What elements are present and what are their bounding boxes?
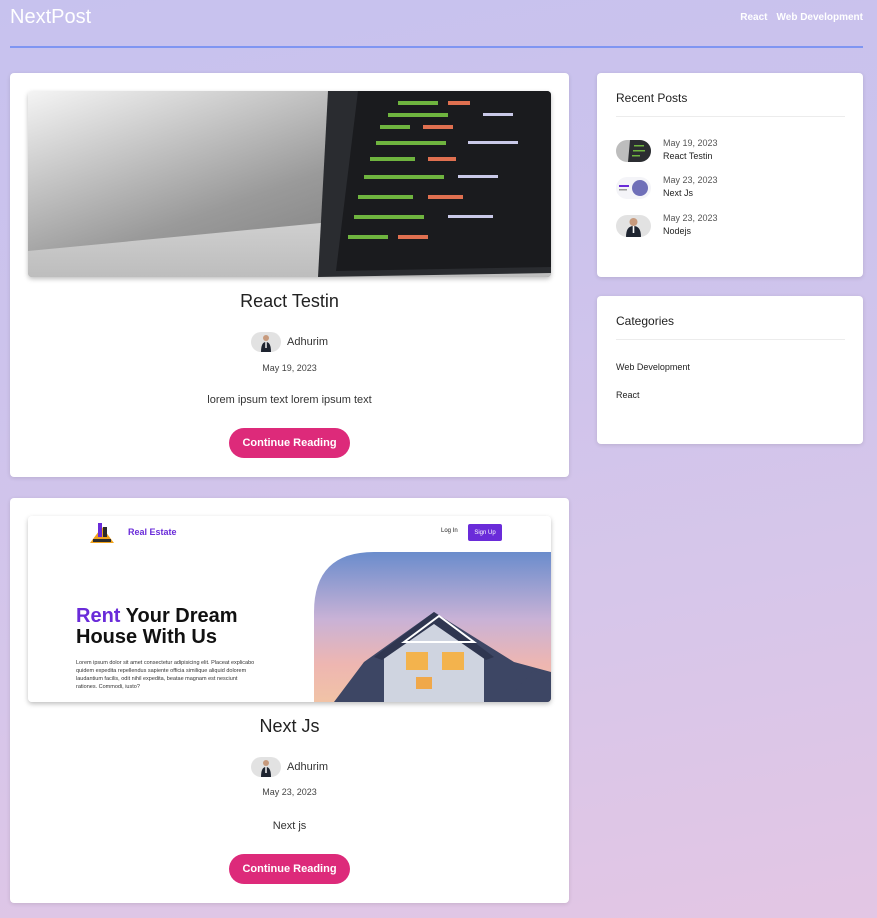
categories-widget: Categories Web Development React <box>597 296 863 444</box>
divider <box>616 339 845 340</box>
author-avatar <box>251 757 282 777</box>
category-link-web-development[interactable]: Web Development <box>616 362 690 372</box>
house-photo <box>314 552 551 702</box>
hero-preview: Real Estate Log In Sign Up Rent Your Dre… <box>28 516 551 702</box>
recent-post-title[interactable]: React Testin <box>663 150 718 163</box>
post-date: May 23, 2023 <box>262 787 317 797</box>
recent-post-date: May 23, 2023 <box>663 175 718 185</box>
post-image-laptop-code[interactable] <box>28 91 551 277</box>
post-card: Real Estate Log In Sign Up Rent Your Dre… <box>10 498 569 903</box>
post-title[interactable]: Next Js <box>10 716 569 737</box>
recent-post-date: May 23, 2023 <box>663 213 718 223</box>
recent-post-item[interactable]: May 23, 2023 Next Js <box>616 174 718 200</box>
post-image-real-estate[interactable]: Real Estate Log In Sign Up Rent Your Dre… <box>28 516 551 702</box>
recent-post-title[interactable]: Nodejs <box>663 225 718 238</box>
recent-post-title[interactable]: Next Js <box>663 187 718 200</box>
recent-post-thumbnail <box>616 177 651 199</box>
author-name[interactable]: Adhurim <box>287 761 328 773</box>
recent-posts-widget: Recent Posts May 19, 2023 React Testin M… <box>597 73 863 277</box>
post-author: Adhurim <box>10 332 569 352</box>
continue-reading-button[interactable]: Continue Reading <box>229 428 350 458</box>
site-header: NextPost React Web Development <box>10 0 863 48</box>
post-author: Adhurim <box>10 757 569 777</box>
hero-headline: Rent Your Dream House With Us <box>76 605 238 648</box>
post-title[interactable]: React Testin <box>10 291 569 312</box>
hero-login-link[interactable]: Log In <box>441 528 458 534</box>
nav-link-web-development[interactable]: Web Development <box>777 12 864 23</box>
post-excerpt: lorem ipsum text lorem ipsum text <box>207 394 372 406</box>
house-logo-icon <box>90 523 114 543</box>
recent-post-thumbnail <box>616 140 651 162</box>
author-name[interactable]: Adhurim <box>287 336 328 348</box>
author-avatar <box>251 332 282 352</box>
post-excerpt: Next js <box>272 820 307 832</box>
hero-brand: Real Estate <box>128 527 177 537</box>
divider <box>616 116 845 117</box>
recent-post-item[interactable]: May 23, 2023 Nodejs <box>616 212 718 238</box>
site-logo[interactable]: NextPost <box>10 6 91 29</box>
post-date: May 19, 2023 <box>262 363 317 373</box>
continue-reading-button[interactable]: Continue Reading <box>229 854 350 884</box>
recent-post-thumbnail <box>616 215 651 237</box>
recent-posts-title: Recent Posts <box>616 91 688 105</box>
category-link-react[interactable]: React <box>616 390 640 400</box>
categories-title: Categories <box>616 314 675 328</box>
recent-post-date: May 19, 2023 <box>663 138 718 148</box>
hero-body-text: Lorem ipsum dolor sit amet consectetur a… <box>76 660 255 690</box>
recent-post-item[interactable]: May 19, 2023 React Testin <box>616 137 718 163</box>
nav-link-react[interactable]: React <box>740 12 767 23</box>
hero-signup-button[interactable]: Sign Up <box>468 524 502 541</box>
post-card: React Testin Adhurim May 19, 2023 lorem … <box>10 73 569 477</box>
top-nav: React Web Development <box>740 12 863 23</box>
